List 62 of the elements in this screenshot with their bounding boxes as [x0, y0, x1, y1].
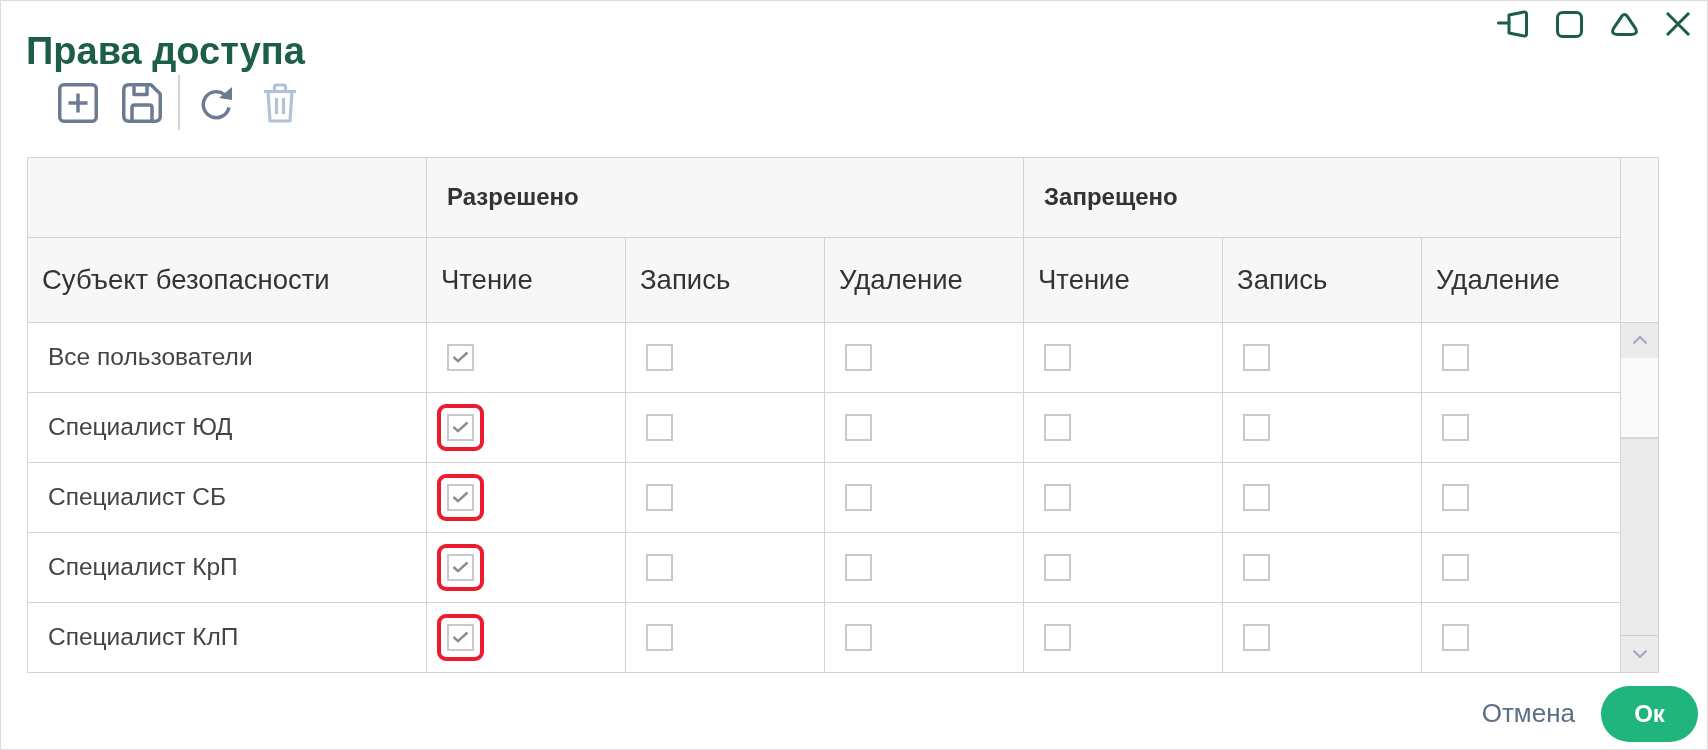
close-icon[interactable]: [1666, 12, 1690, 36]
refresh-icon[interactable]: [200, 84, 234, 121]
scrollbar-thumb[interactable]: [1621, 357, 1658, 439]
checkbox[interactable]: [646, 553, 673, 581]
checkbox[interactable]: [1243, 343, 1270, 371]
cancel-button[interactable]: Отмена: [1473, 692, 1583, 736]
checkbox[interactable]: [1442, 413, 1469, 441]
checkbox[interactable]: [1243, 483, 1270, 511]
triangle-icon[interactable]: [1611, 12, 1638, 36]
checkbox[interactable]: [447, 623, 474, 651]
check-icon: [452, 561, 469, 574]
checkbox[interactable]: [646, 623, 673, 651]
save-icon[interactable]: [122, 82, 162, 123]
checkbox[interactable]: [845, 413, 872, 441]
checkbox[interactable]: [1044, 343, 1071, 371]
checkbox[interactable]: [1442, 623, 1469, 651]
checkbox[interactable]: [646, 413, 673, 441]
checkbox[interactable]: [447, 343, 474, 371]
column-group-header: Запрещено: [1023, 157, 1621, 238]
checkbox[interactable]: [845, 553, 872, 581]
column-group-header: Разрешено: [426, 157, 1024, 238]
check-icon: [452, 491, 469, 504]
checkbox[interactable]: [1044, 483, 1071, 511]
column-header: Субъект безопасности: [27, 237, 427, 323]
checkbox[interactable]: [1243, 553, 1270, 581]
column-header: Чтение: [1023, 237, 1223, 323]
checkbox[interactable]: [447, 553, 474, 581]
maximize-icon[interactable]: [1556, 10, 1583, 38]
checkbox[interactable]: [646, 483, 673, 511]
checkbox[interactable]: [1243, 623, 1270, 651]
checkbox[interactable]: [646, 343, 673, 371]
table-cell: Специалист КрП: [27, 532, 427, 603]
check-icon: [452, 351, 469, 364]
checkbox[interactable]: [845, 343, 872, 371]
scrollbar-track[interactable]: [1621, 322, 1658, 672]
column-header: Запись: [625, 237, 825, 323]
checkbox[interactable]: [845, 623, 872, 651]
chevron-down-icon: [1631, 648, 1648, 659]
column-header: Запись: [1222, 237, 1422, 323]
checkbox[interactable]: [447, 413, 474, 441]
add-icon[interactable]: [58, 82, 98, 123]
table-cell: Специалист КлП: [27, 602, 427, 673]
table-cell: Все пользователи: [27, 322, 427, 393]
checkbox[interactable]: [1442, 483, 1469, 511]
table-cell: Специалист ЮД: [27, 392, 427, 463]
checkbox[interactable]: [447, 483, 474, 511]
chevron-up-icon: [1631, 335, 1648, 346]
checkbox[interactable]: [1442, 553, 1469, 581]
checkbox[interactable]: [1044, 623, 1071, 651]
checkbox[interactable]: [1442, 343, 1469, 371]
check-icon: [452, 421, 469, 434]
ok-button[interactable]: Ок: [1601, 685, 1698, 742]
table-cell: Специалист СБ: [27, 462, 427, 533]
pin-icon[interactable]: [1497, 10, 1528, 38]
checkbox[interactable]: [1044, 413, 1071, 441]
checkbox[interactable]: [1044, 553, 1071, 581]
column-header: Удаление: [824, 237, 1024, 323]
window-title: Права доступа: [25, 29, 305, 74]
check-icon: [452, 631, 469, 644]
checkbox[interactable]: [1243, 413, 1270, 441]
column-header: Чтение: [426, 237, 626, 323]
checkbox[interactable]: [845, 483, 872, 511]
